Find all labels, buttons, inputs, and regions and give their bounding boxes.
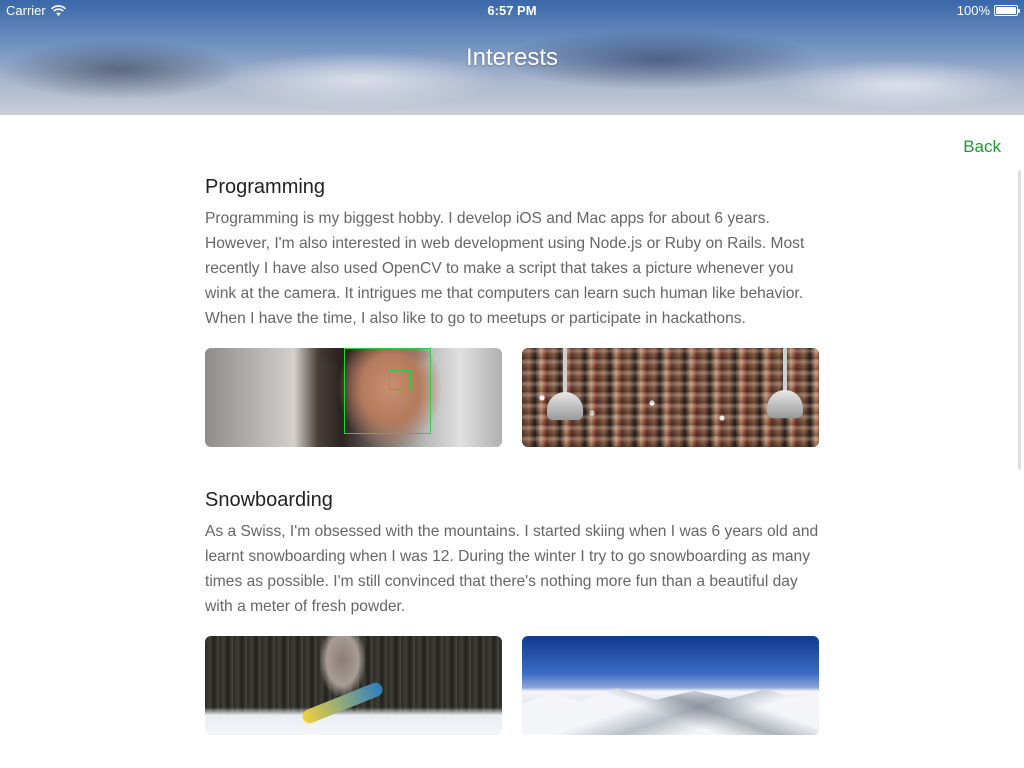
battery-indicator: 100% [956, 3, 1020, 18]
section-text-programming: Programming is my biggest hobby. I devel… [205, 210, 805, 327]
section-title-snowboarding: Snowboarding [205, 489, 333, 511]
snowboarder-shape [320, 636, 365, 696]
hackathon-crowd-photo [522, 348, 819, 447]
ceiling-lamp [767, 390, 803, 418]
eye-detection-box [389, 370, 411, 390]
clock: 6:57 PM [487, 3, 537, 18]
section-title-programming: Programming [205, 176, 326, 198]
battery-percent: 100% [956, 3, 990, 18]
page-title: Interests [465, 44, 559, 71]
face-detection-box [344, 348, 431, 434]
face-detection-photo [205, 348, 502, 447]
lamp-stem [783, 348, 787, 392]
lamp-stem [563, 348, 567, 394]
scroll-indicator[interactable] [1018, 170, 1021, 470]
status-bar: Carrier 6:57 PM 100% [0, 0, 1024, 22]
battery-fill [996, 7, 1016, 14]
battery-icon [994, 5, 1020, 16]
header: Carrier 6:57 PM 100% Interests [0, 0, 1024, 115]
snowboard-jump-photo [205, 636, 502, 735]
section-text-snowboarding: As a Swiss, I'm obsessed with the mounta… [205, 523, 819, 615]
mountain-panorama-photo [522, 636, 819, 735]
mountain-ridge [522, 688, 819, 735]
back-button[interactable]: Back [963, 137, 1001, 157]
ceiling-lamp [547, 392, 583, 420]
